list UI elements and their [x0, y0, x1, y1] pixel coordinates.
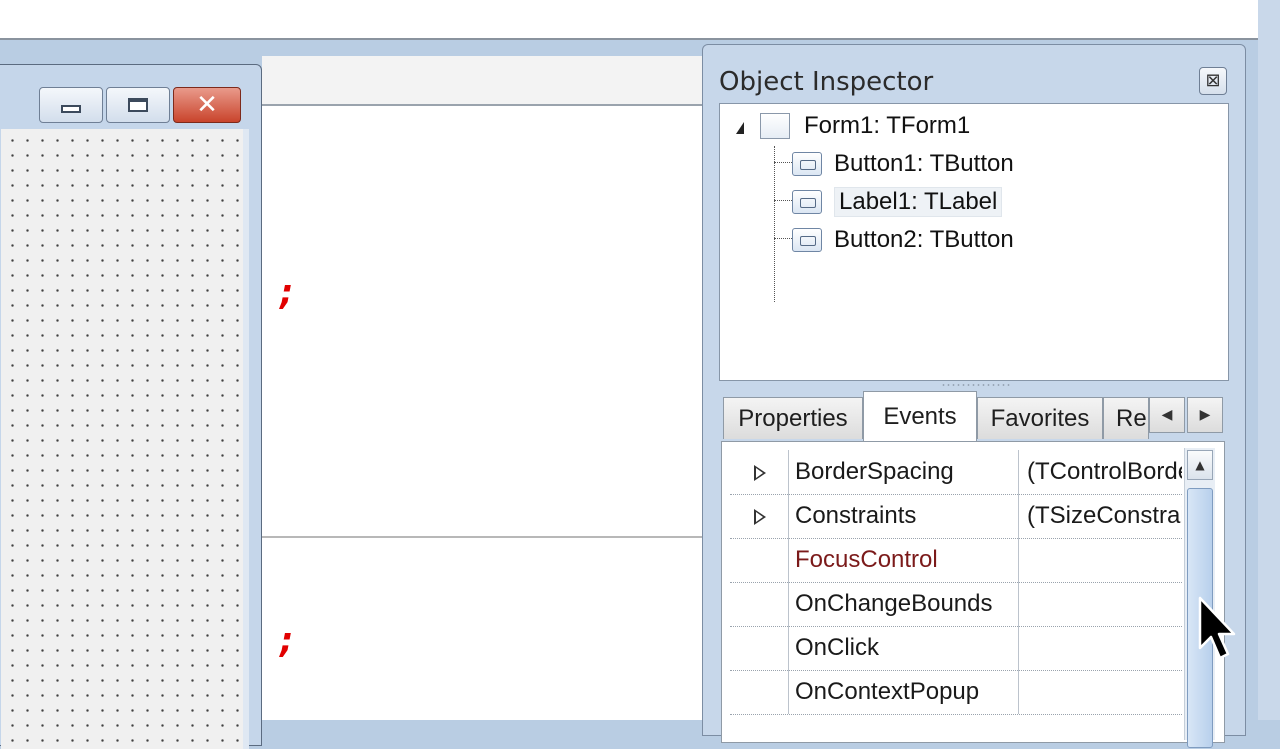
property-name: OnClick [788, 626, 1018, 670]
inspector-tabs: Properties Events Favorites Re ◀ ▶ [723, 391, 1229, 441]
editor-tab-strip [262, 56, 702, 106]
arrow-left-icon: ◀ [1161, 407, 1173, 423]
property-value[interactable] [1018, 538, 1182, 582]
tree-item-form1[interactable]: Form1: TForm1 [760, 108, 970, 144]
tab-scroll-right-button[interactable]: ▶ [1187, 397, 1223, 433]
form-designer-window: ✕ [0, 64, 262, 749]
tab-favorites[interactable]: Favorites [977, 397, 1103, 439]
property-value[interactable] [1018, 582, 1182, 626]
event-property-grid: BorderSpacing (TControlBorderSpacing) Co… [721, 441, 1225, 748]
tree-item-label: Label1: TLabel [834, 187, 1003, 217]
property-name: Constraints [788, 494, 1018, 538]
top-window [0, 0, 1260, 40]
tree-item-button1[interactable]: Button1: TButton [792, 146, 1014, 182]
object-inspector-title: Object Inspector [719, 67, 934, 97]
close-icon: ✕ [196, 90, 218, 120]
scroll-up-button[interactable]: ▲ [1187, 450, 1213, 480]
desktop-edge [1258, 0, 1280, 720]
tree-item-button2[interactable]: Button2: TButton [792, 222, 1014, 258]
tree-item-label: Form1: TForm1 [804, 112, 971, 139]
maximize-icon [128, 98, 148, 112]
window-caption-buttons: ✕ [39, 87, 241, 123]
tree-item-label1[interactable]: Label1: TLabel [792, 184, 1003, 220]
object-inspector-close-button[interactable]: ⊠ [1199, 67, 1227, 95]
mouse-cursor-icon [1198, 596, 1236, 660]
label-component-icon [792, 190, 822, 214]
component-tree: Form1: TForm1 Button1: TButton Label1: T… [719, 103, 1229, 381]
property-row[interactable]: Constraints (TSizeConstraints) [730, 494, 1182, 539]
tab-restricted[interactable]: Re [1103, 397, 1149, 439]
property-row[interactable]: OnChangeBounds [730, 582, 1182, 627]
property-row[interactable]: BorderSpacing (TControlBorderSpacing) [730, 450, 1182, 495]
property-name: BorderSpacing [788, 450, 1018, 494]
property-row[interactable]: OnClick [730, 626, 1182, 671]
tree-item-label: Button2: TButton [834, 226, 1014, 253]
expand-triangle-icon[interactable] [754, 465, 766, 481]
tree-connector [774, 146, 775, 302]
collapse-triangle-icon[interactable] [736, 122, 744, 134]
property-row[interactable]: OnContextPopup [730, 670, 1182, 715]
close-icon: ⊠ [1205, 70, 1221, 91]
tree-connector [774, 162, 794, 163]
property-name: OnChangeBounds [788, 582, 1018, 626]
form-icon [760, 113, 790, 139]
button-component-icon [792, 152, 822, 176]
form-design-canvas[interactable] [1, 129, 249, 749]
code-marker: ; [276, 620, 298, 661]
splitter-grip[interactable] [941, 383, 1011, 387]
tree-connector [774, 200, 794, 201]
editor-divider [262, 536, 702, 538]
tab-events[interactable]: Events [863, 391, 977, 441]
minimize-button[interactable] [39, 87, 103, 123]
property-name: FocusControl [788, 538, 1018, 582]
tree-item-label: Button1: TButton [834, 150, 1014, 177]
source-editor[interactable]: ; ; [262, 106, 702, 720]
property-value[interactable] [1018, 670, 1182, 714]
tab-properties[interactable]: Properties [723, 397, 863, 439]
button-component-icon [792, 228, 822, 252]
expand-triangle-icon[interactable] [754, 509, 766, 525]
property-row[interactable]: FocusControl [730, 538, 1182, 583]
minimize-icon [61, 105, 81, 113]
tree-connector [774, 238, 794, 239]
code-marker: ; [276, 272, 298, 313]
arrow-right-icon: ▶ [1199, 407, 1211, 423]
arrow-up-icon: ▲ [1195, 458, 1205, 472]
property-name: OnContextPopup [788, 670, 1018, 714]
vertical-scrollbar[interactable]: ▲ [1184, 448, 1215, 748]
tab-scroll-left-button[interactable]: ◀ [1149, 397, 1185, 433]
property-value[interactable]: (TControlBorderSpacing) [1018, 450, 1182, 494]
property-value[interactable]: (TSizeConstraints) [1018, 494, 1182, 538]
close-button[interactable]: ✕ [173, 87, 241, 123]
maximize-button[interactable] [106, 87, 170, 123]
property-value[interactable] [1018, 626, 1182, 670]
object-inspector-window: Object Inspector ⊠ Form1: TForm1 Button1… [702, 44, 1246, 748]
